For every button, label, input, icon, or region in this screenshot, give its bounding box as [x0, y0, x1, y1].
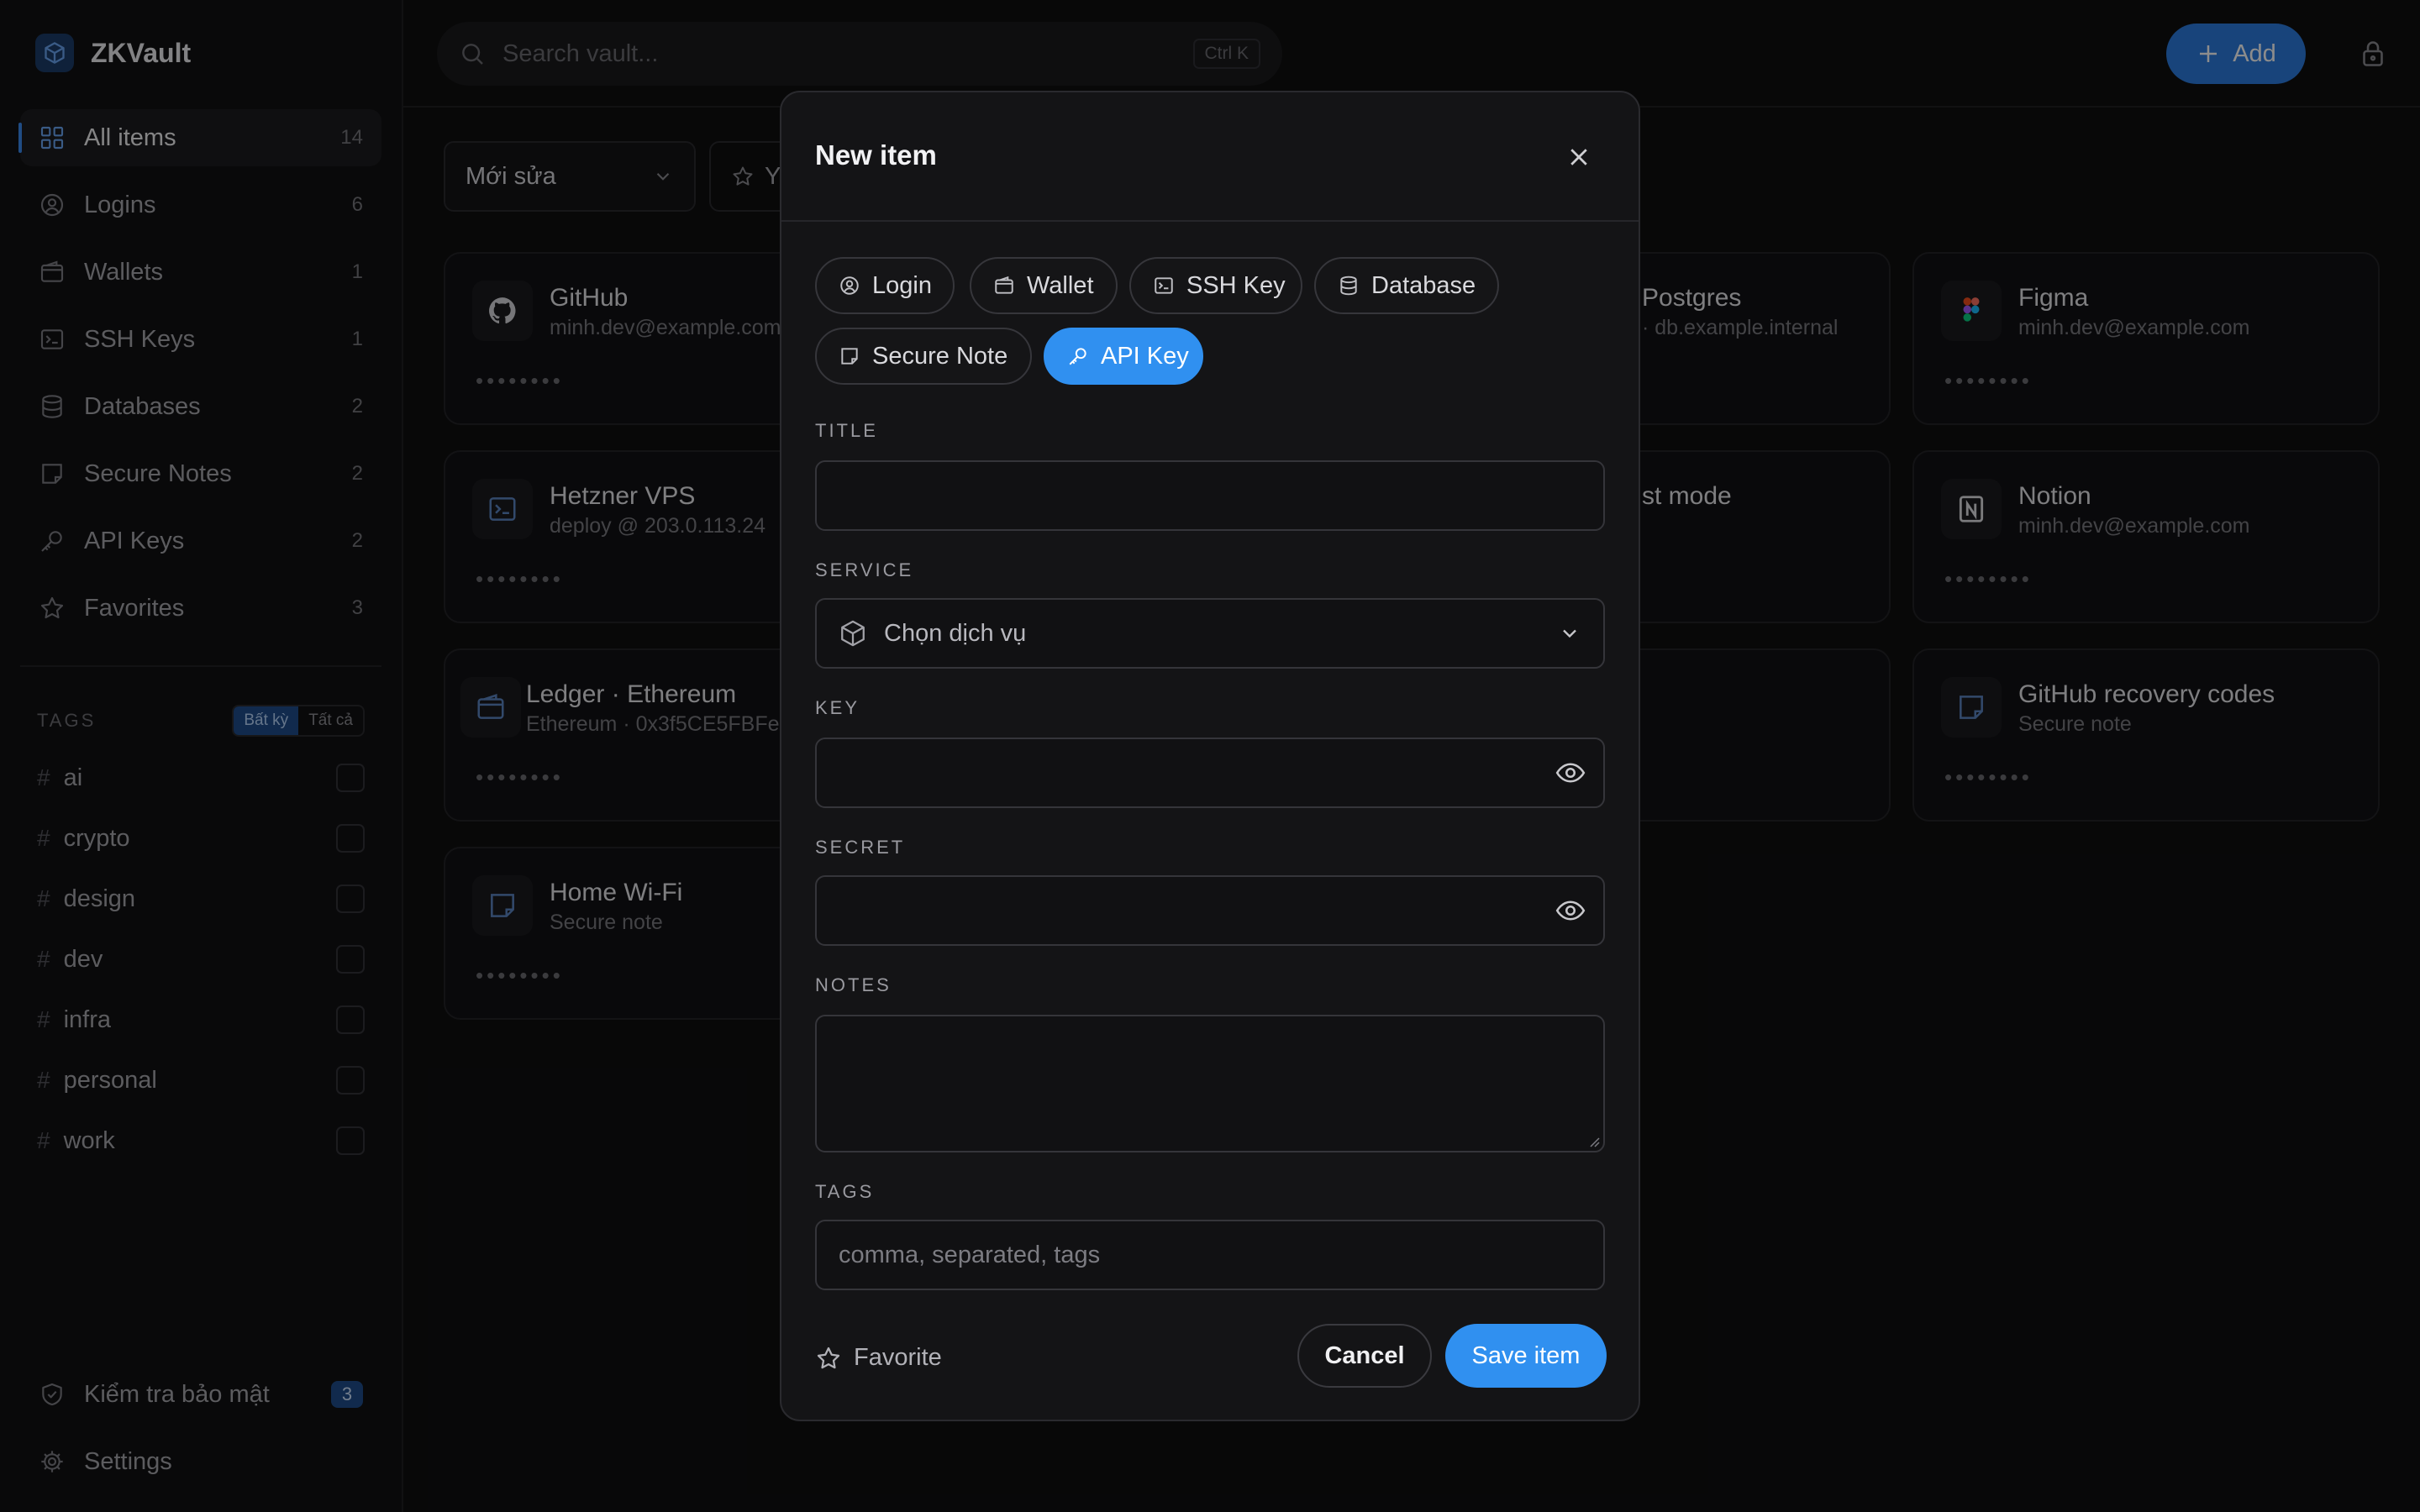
- user-circle-icon: [839, 275, 860, 297]
- key-icon: [1067, 345, 1089, 367]
- favorite-label: Favorite: [854, 1344, 942, 1371]
- cancel-button[interactable]: Cancel: [1297, 1324, 1432, 1388]
- wallet-icon: [993, 275, 1015, 297]
- type-chip-api-key[interactable]: API Key: [1044, 328, 1203, 385]
- close-button[interactable]: [1566, 144, 1591, 170]
- service-select[interactable]: Chọn dịch vụ: [815, 598, 1605, 669]
- resize-grip-icon[interactable]: [1586, 1134, 1600, 1147]
- service-select-value: Chọn dịch vụ: [884, 619, 1027, 647]
- secret-label: SECRET: [815, 837, 906, 858]
- modal-title: New item: [815, 139, 937, 171]
- close-icon: [1570, 149, 1587, 165]
- key-input[interactable]: [815, 738, 1605, 808]
- eye-icon[interactable]: [1555, 757, 1586, 789]
- secret-input[interactable]: [815, 875, 1605, 946]
- type-chip-ssh-key[interactable]: SSH Key: [1129, 257, 1302, 314]
- note-icon: [839, 345, 860, 367]
- cube-icon: [839, 619, 867, 648]
- notes-textarea[interactable]: [815, 1015, 1605, 1152]
- save-item-button[interactable]: Save item: [1445, 1324, 1607, 1388]
- key-label: KEY: [815, 697, 860, 718]
- tags-label: TAGS: [815, 1181, 875, 1202]
- service-label: SERVICE: [815, 559, 914, 580]
- modal-header: New item: [781, 92, 1639, 222]
- type-chip-label: Secure Note: [872, 342, 1008, 370]
- type-chip-label: Database: [1371, 271, 1476, 299]
- eye-icon[interactable]: [1555, 895, 1586, 927]
- favorite-toggle[interactable]: Favorite: [815, 1344, 942, 1372]
- type-chip-label: API Key: [1101, 342, 1189, 370]
- type-chip-login[interactable]: Login: [815, 257, 955, 314]
- database-icon: [1338, 275, 1360, 297]
- notes-label: NOTES: [815, 974, 892, 995]
- type-chip-database[interactable]: Database: [1314, 257, 1499, 314]
- tags-input-placeholder: comma, separated, tags: [839, 1241, 1101, 1268]
- tags-input[interactable]: comma, separated, tags: [815, 1220, 1605, 1290]
- type-chip-label: SSH Key: [1186, 271, 1286, 299]
- type-chip-label: Login: [872, 271, 932, 299]
- title-input[interactable]: [815, 460, 1605, 531]
- type-chip-secure-note[interactable]: Secure Note: [815, 328, 1032, 385]
- new-item-modal: New item Login Wallet SSH Key Database S…: [780, 91, 1640, 1421]
- chevron-down-icon: [1558, 622, 1581, 645]
- terminal-icon: [1153, 275, 1175, 297]
- type-chip-label: Wallet: [1027, 271, 1094, 299]
- title-label: TITLE: [815, 420, 878, 441]
- type-chip-wallet[interactable]: Wallet: [970, 257, 1118, 314]
- star-icon: [815, 1345, 842, 1372]
